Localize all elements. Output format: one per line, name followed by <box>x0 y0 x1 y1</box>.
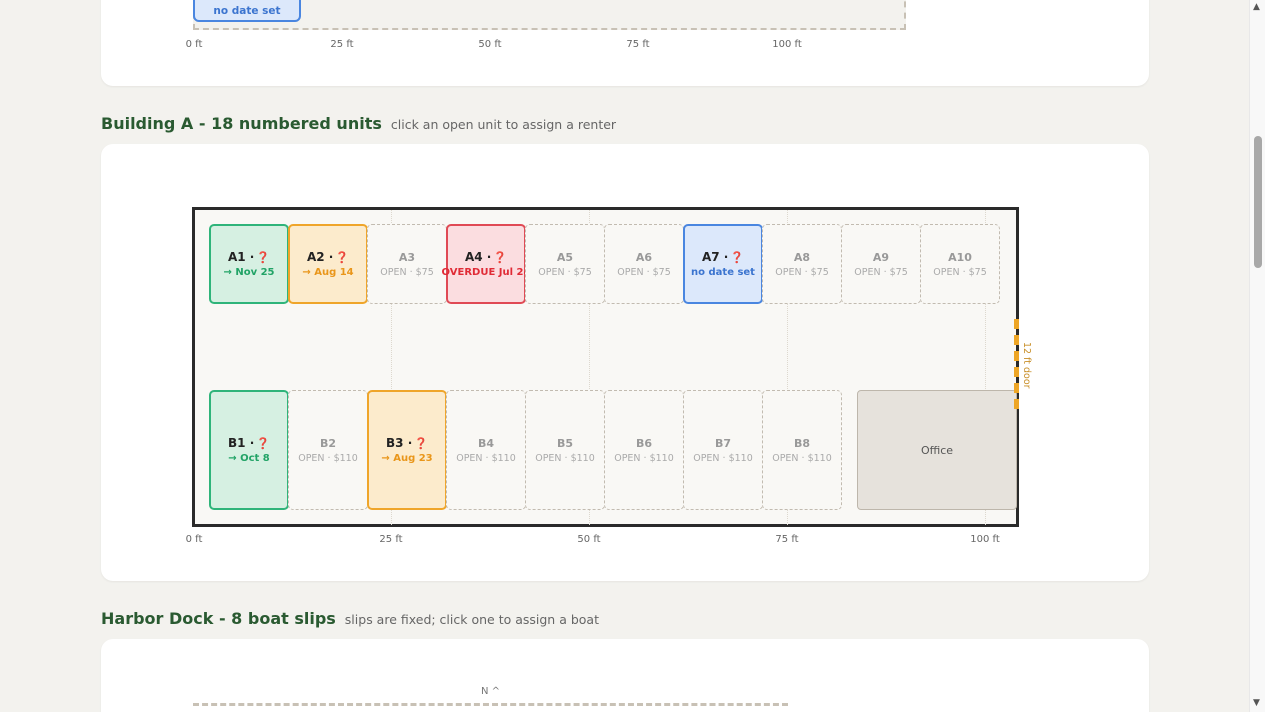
unit-name: A9 <box>872 250 890 264</box>
unit-status: OPEN · $75 <box>380 266 434 278</box>
question-icon: ❓ <box>414 437 428 450</box>
unit-name: B7 <box>714 436 732 450</box>
unit-a6[interactable]: A6 OPEN · $75 <box>604 224 684 304</box>
unit-status: OPEN · $110 <box>693 452 753 464</box>
top-axis-tick: 25 ft <box>330 39 354 50</box>
axis-tick: 100 ft <box>970 534 1000 545</box>
office-room: Office <box>857 390 1017 510</box>
unit-status: OPEN · $110 <box>614 452 674 464</box>
unit-status: → Aug 23 <box>381 453 433 464</box>
top-axis-tick: 0 ft <box>185 39 203 50</box>
unit-status: OPEN · $110 <box>772 452 832 464</box>
unit-a3[interactable]: A3 OPEN · $75 <box>367 224 447 304</box>
door-label: 12 ft door <box>1021 342 1032 389</box>
unit-status: → Oct 8 <box>228 453 270 464</box>
building-a-heading: Building A - 18 numbered units click an … <box>101 114 616 133</box>
unit-status: OPEN · $110 <box>535 452 595 464</box>
building-a-subtitle: click an open unit to assign a renter <box>390 117 617 132</box>
scroll-up-icon[interactable]: ▲ <box>1253 2 1260 12</box>
unit-b4[interactable]: B4 OPEN · $110 <box>446 390 526 510</box>
unit-b1[interactable]: B1 · ❓ → Oct 8 <box>209 390 289 510</box>
dock-outline <box>193 703 788 706</box>
unit-status: OPEN · $110 <box>456 452 516 464</box>
unit-name: B4 <box>477 436 495 450</box>
unit-name: B1 · <box>228 436 255 450</box>
unit-b2[interactable]: B2 OPEN · $110 <box>288 390 368 510</box>
unit-status: OPEN · $75 <box>538 266 592 278</box>
harbor-dock-title: Harbor Dock - 8 boat slips <box>101 609 336 628</box>
unit-name: A4 · <box>464 250 492 264</box>
unit-name: A3 <box>398 250 416 264</box>
unit-a8[interactable]: A8 OPEN · $75 <box>762 224 842 304</box>
unit-name: B8 <box>793 436 811 450</box>
unit-name: B2 <box>319 436 337 450</box>
unit-status: no date set <box>691 267 755 278</box>
unit-name: A6 <box>635 250 653 264</box>
harbor-dock-subtitle: slips are fixed; click one to assign a b… <box>344 612 599 627</box>
unit-status: → Nov 25 <box>223 267 275 278</box>
unit-name: A10 <box>948 250 972 264</box>
unit-status: OPEN · $75 <box>854 266 908 278</box>
unit-name: A1 · <box>227 250 255 264</box>
unit-a9[interactable]: A9 OPEN · $75 <box>841 224 921 304</box>
unit-name: A2 · <box>306 250 334 264</box>
question-icon: ❓ <box>256 437 270 450</box>
axis-tick: 25 ft <box>379 534 403 545</box>
unit-b8[interactable]: B8 OPEN · $110 <box>762 390 842 510</box>
question-icon: ❓ <box>335 251 350 264</box>
unit-name: A5 <box>556 250 574 264</box>
unit-name: A8 <box>793 250 811 264</box>
door-marker <box>1014 319 1019 409</box>
axis-tick: 0 ft <box>185 534 203 545</box>
page-scrollbar[interactable]: ▲ ▼ <box>1249 0 1265 712</box>
previous-unit[interactable]: no date set <box>193 0 301 22</box>
unit-a4[interactable]: A4 · ❓ OVERDUE Jul 24 <box>442 224 530 304</box>
top-axis-tick: 75 ft <box>626 39 650 50</box>
top-axis-tick: 50 ft <box>478 39 502 50</box>
unit-a7[interactable]: A7 · ❓ no date set <box>683 224 763 304</box>
top-axis-tick: 100 ft <box>772 39 802 50</box>
question-icon: ❓ <box>256 251 271 264</box>
unit-status: → Aug 14 <box>302 267 354 278</box>
axis-tick: 50 ft <box>577 534 601 545</box>
question-icon: ❓ <box>730 251 745 264</box>
building-a-title: Building A - 18 numbered units <box>101 114 382 133</box>
unit-name: B3 · <box>386 436 413 450</box>
unit-b3[interactable]: B3 · ❓ → Aug 23 <box>367 390 447 510</box>
unit-status: OPEN · $75 <box>775 266 829 278</box>
unit-b5[interactable]: B5 OPEN · $110 <box>525 390 605 510</box>
scroll-thumb[interactable] <box>1254 136 1262 268</box>
unit-name: B5 <box>556 436 574 450</box>
scroll-down-icon[interactable]: ▼ <box>1253 698 1260 708</box>
unit-name: A7 · <box>701 250 729 264</box>
unit-status: OPEN · $75 <box>617 266 671 278</box>
unit-name: B6 <box>635 436 653 450</box>
unit-a10[interactable]: A10 OPEN · $75 <box>920 224 1000 304</box>
unit-a5[interactable]: A5 OPEN · $75 <box>525 224 605 304</box>
compass-label: N ^ <box>481 686 501 697</box>
previous-unit-status: no date set <box>213 5 281 17</box>
axis-tick: 75 ft <box>775 534 799 545</box>
unit-a2[interactable]: A2 · ❓ → Aug 14 <box>288 224 368 304</box>
unit-b7[interactable]: B7 OPEN · $110 <box>683 390 763 510</box>
unit-status: OPEN · $75 <box>933 266 987 278</box>
question-icon: ❓ <box>493 251 508 264</box>
unit-status: OVERDUE Jul 24 <box>441 267 531 278</box>
harbor-dock-heading: Harbor Dock - 8 boat slips slips are fix… <box>101 609 599 628</box>
unit-status: OPEN · $110 <box>298 452 358 464</box>
unit-a1[interactable]: A1 · ❓ → Nov 25 <box>209 224 289 304</box>
harbor-dock-card <box>101 639 1149 712</box>
unit-b6[interactable]: B6 OPEN · $110 <box>604 390 684 510</box>
